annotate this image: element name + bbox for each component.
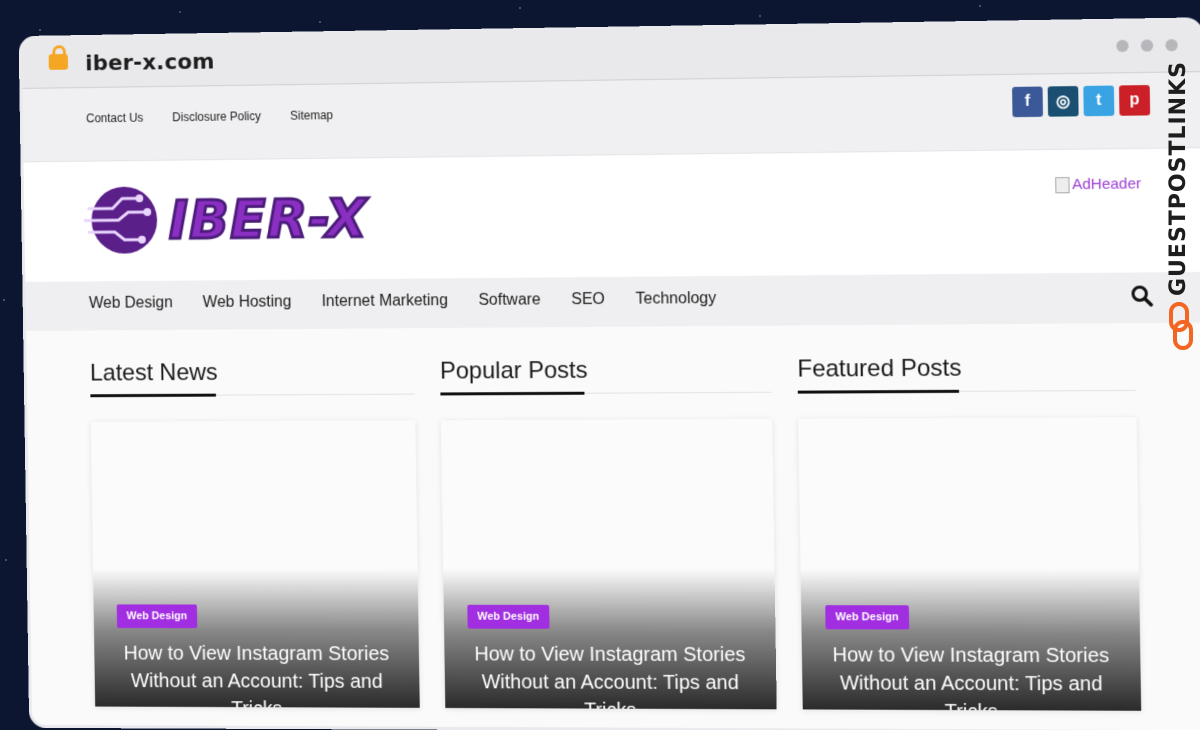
lock-icon [49, 54, 68, 70]
post-card[interactable]: Web Design How to View Instagram Stories… [91, 420, 420, 707]
instagram-icon[interactable]: ◎ [1048, 86, 1079, 117]
post-card[interactable]: Web Design How to View Instagram Stories… [798, 417, 1141, 711]
content-columns: Latest News Web Design How to View Insta… [26, 323, 1200, 711]
logo-globe-icon [83, 182, 165, 258]
ad-header-alt: AdHeader [1072, 175, 1141, 193]
window-dot-icon[interactable] [1116, 40, 1128, 52]
disclosure-policy-link[interactable]: Disclosure Policy [172, 109, 261, 124]
post-title[interactable]: How to View Instagram Stories Without an… [824, 641, 1119, 711]
window-dot-icon[interactable] [1141, 39, 1153, 51]
section-popular-posts: Popular Posts Web Design How to View Ins… [440, 356, 777, 710]
sitemap-link[interactable]: Sitemap [290, 108, 333, 122]
facebook-icon[interactable]: f [1012, 87, 1043, 118]
nav-menu: Web Design Web Hosting Internet Marketin… [89, 290, 717, 313]
nav-item-internet-marketing[interactable]: Internet Marketing [322, 292, 449, 311]
post-title[interactable]: How to View Instagram Stories Without an… [115, 640, 398, 708]
heading-underline [798, 390, 959, 394]
window-dot-icon[interactable] [1165, 39, 1177, 51]
section-heading-text: Latest News [90, 359, 218, 386]
post-title[interactable]: How to View Instagram Stories Without an… [466, 641, 755, 710]
top-bar: Contact Us Disclosure Policy Sitemap f ◎… [22, 72, 1200, 162]
section-latest-news: Latest News Web Design How to View Insta… [90, 358, 420, 708]
logo-wordmark: IBER-X [168, 186, 368, 250]
brand-row: IBER-X AdHeader [23, 148, 1200, 282]
section-heading-text: Popular Posts [440, 357, 588, 385]
nav-item-web-hosting[interactable]: Web Hosting [203, 293, 292, 311]
twitter-icon[interactable]: t [1083, 86, 1114, 117]
search-icon[interactable] [1130, 284, 1153, 306]
section-heading: Latest News [90, 358, 415, 396]
nav-item-seo[interactable]: SEO [571, 291, 605, 309]
site-logo[interactable]: IBER-X [83, 180, 368, 258]
section-heading: Featured Posts [797, 353, 1136, 392]
nav-item-software[interactable]: Software [478, 291, 541, 309]
nav-item-technology[interactable]: Technology [636, 290, 717, 309]
browser-window: iber-x.com Contact Us Disclosure Policy … [22, 20, 1200, 730]
section-heading-text: Featured Posts [797, 355, 961, 383]
address-bar[interactable]: iber-x.com [85, 50, 215, 77]
heading-underline [90, 394, 216, 398]
category-badge[interactable]: Web Design [467, 605, 549, 629]
window-controls [1116, 39, 1178, 52]
pinterest-icon[interactable]: p [1119, 85, 1150, 116]
top-links: Contact Us Disclosure Policy Sitemap [86, 108, 333, 125]
section-featured-posts: Featured Posts Web Design How to View In… [797, 353, 1141, 710]
category-badge[interactable]: Web Design [117, 604, 197, 628]
ad-header[interactable]: AdHeader [1056, 175, 1142, 193]
guestpostlinks-watermark: GUESTPOSTLINKS [1162, 56, 1200, 356]
broken-image-icon [1056, 177, 1071, 193]
section-heading: Popular Posts [440, 356, 772, 395]
watermark-text: GUESTPOSTLINKS [1166, 56, 1191, 296]
contact-us-link[interactable]: Contact Us [86, 111, 143, 126]
chain-link-icon [1168, 302, 1194, 350]
main-nav: Web Design Web Hosting Internet Marketin… [25, 272, 1200, 331]
social-links: f ◎ t p [1012, 85, 1150, 117]
category-badge[interactable]: Web Design [825, 605, 909, 629]
heading-underline [440, 392, 584, 396]
nav-item-web-design[interactable]: Web Design [89, 294, 173, 312]
post-card[interactable]: Web Design How to View Instagram Stories… [441, 419, 777, 710]
